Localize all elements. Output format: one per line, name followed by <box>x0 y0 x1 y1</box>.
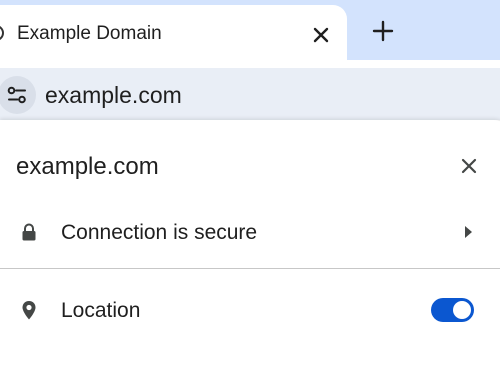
lock-icon <box>22 223 36 241</box>
connection-security-row[interactable]: Connection is secure <box>0 209 500 257</box>
chevron-right-icon <box>465 226 472 238</box>
site-settings-button[interactable] <box>0 76 36 114</box>
location-pin-icon <box>22 301 36 320</box>
divider <box>0 268 500 269</box>
location-permission-label: Location <box>61 299 141 322</box>
connection-security-label: Connection is secure <box>61 221 258 244</box>
omnibox[interactable]: example.com <box>0 68 500 120</box>
close-icon[interactable] <box>310 24 332 46</box>
page-info-bubble: example.com Connection is secure Locatio… <box>0 120 500 370</box>
tab-example-domain[interactable]: Example Domain <box>0 5 347 60</box>
tab-title: Example Domain <box>17 23 162 44</box>
tab-strip: Example Domain <box>0 0 500 60</box>
plus-icon[interactable] <box>371 19 395 43</box>
globe-icon <box>0 25 4 41</box>
location-permission-row: Location <box>0 287 500 335</box>
tune-icon <box>7 86 26 104</box>
close-icon[interactable] <box>458 155 480 177</box>
page-info-title: example.com <box>16 153 159 180</box>
url-text[interactable]: example.com <box>45 82 182 109</box>
toolbar: example.com <box>0 60 500 122</box>
toggle-knob <box>453 301 471 319</box>
location-toggle[interactable] <box>431 298 474 322</box>
